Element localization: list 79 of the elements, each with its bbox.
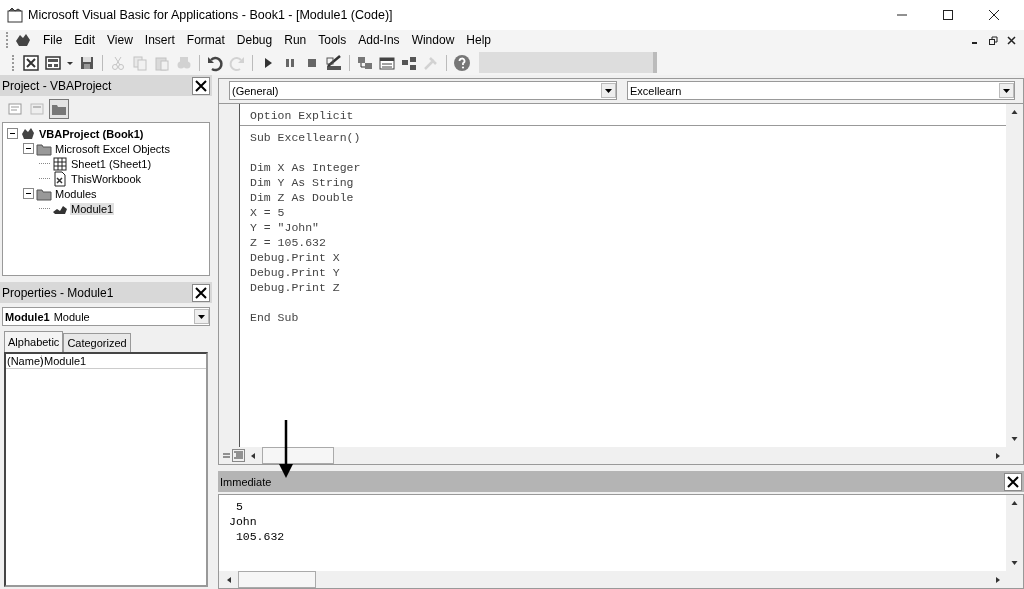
- app-icon: [6, 7, 24, 23]
- tree-item[interactable]: Module1: [70, 202, 115, 215]
- code-line: Debug.Print Z: [250, 280, 341, 295]
- close-button[interactable]: [192, 283, 210, 302]
- menu-item[interactable]: Edit: [68, 33, 102, 47]
- panel-title: Project - VBAProject: [2, 78, 112, 93]
- arrow-drawing: [279, 420, 293, 478]
- menu-item[interactable]: Window: [405, 33, 461, 47]
- close-icon: [1007, 475, 1019, 488]
- code-line: Debug.Print X: [250, 250, 341, 265]
- code-line: Dim X As Integer: [250, 160, 362, 175]
- object-name: Module1: [5, 310, 50, 323]
- sheet-icon: [52, 155, 68, 172]
- window-icon: [30, 103, 44, 115]
- restore-icon[interactable]: [989, 35, 998, 45]
- code-line: Dim Z As Double: [250, 190, 355, 205]
- window-title: Microsoft Visual Basic for Applications - Book1 - [Module1 (Code)]: [28, 8, 393, 22]
- menu-item[interactable]: Tools: [312, 33, 353, 47]
- menu-item[interactable]: Add-Ins: [352, 33, 406, 47]
- property-value[interactable]: Module1: [42, 355, 87, 367]
- close-icon: [195, 79, 207, 92]
- collapse-icon[interactable]: [23, 143, 34, 154]
- object-dropdown[interactable]: Module1 Module: [2, 307, 210, 326]
- workbook-icon: [52, 170, 68, 187]
- output-line: 5: [234, 499, 244, 514]
- tree-item[interactable]: Sheet1 (Sheet1): [70, 157, 153, 170]
- code-line: Dim Y As String: [250, 175, 355, 190]
- menu-item[interactable]: Run: [278, 33, 313, 47]
- window-icon: [8, 103, 22, 115]
- code-line: Debug.Print Y: [250, 265, 341, 280]
- scroll-thumb[interactable]: [238, 571, 316, 588]
- caret-icon: [198, 314, 205, 319]
- caret-icon: [605, 88, 612, 93]
- tree-item[interactable]: ThisWorkbook: [70, 172, 143, 185]
- scroll-thumb[interactable]: [262, 447, 334, 464]
- procedure-dropdown[interactable]: Excellearn: [627, 81, 1015, 100]
- close-icon[interactable]: [988, 9, 1000, 21]
- collapse-icon[interactable]: [23, 188, 34, 199]
- caret-icon: [1003, 88, 1010, 93]
- toggle-folders-button[interactable]: [49, 99, 69, 119]
- dropdown-button[interactable]: [999, 83, 1014, 98]
- tree-item[interactable]: Modules: [54, 187, 98, 200]
- tree-item[interactable]: VBAProject (Book1): [38, 127, 145, 140]
- output-line: 105.632: [234, 529, 286, 544]
- tab[interactable]: Alphabetic: [4, 331, 64, 352]
- dropdown-button[interactable]: [194, 309, 209, 324]
- object-dropdown[interactable]: (General): [229, 81, 617, 100]
- close-button[interactable]: [1004, 472, 1022, 491]
- code-line: X = 5: [250, 205, 286, 220]
- panel-title: Immediate: [220, 475, 272, 488]
- object-type: Module: [53, 310, 90, 323]
- procedure-view-icon[interactable]: [221, 450, 232, 461]
- code-line: Z = 105.632: [250, 235, 327, 250]
- menu-item[interactable]: View: [101, 33, 139, 47]
- design-icon[interactable]: [325, 53, 343, 72]
- menu-item[interactable]: File: [37, 33, 69, 47]
- dropdown-button[interactable]: [601, 83, 616, 98]
- close-icon[interactable]: [1007, 35, 1016, 45]
- menu-item[interactable]: Debug: [230, 33, 279, 47]
- module-view-icon[interactable]: [232, 449, 245, 462]
- help-icon[interactable]: [453, 53, 471, 72]
- menu-item[interactable]: Format: [180, 33, 231, 47]
- maximize-icon[interactable]: [942, 9, 954, 21]
- code-line: Y = "John": [250, 220, 320, 235]
- tab[interactable]: Categorized: [63, 333, 131, 352]
- code-line: End Sub: [250, 310, 300, 325]
- close-icon: [195, 286, 207, 299]
- folder-icon: [52, 103, 66, 115]
- menu-item[interactable]: Insert: [138, 33, 181, 47]
- menu-item[interactable]: Help: [460, 33, 497, 47]
- property-name: (Name): [6, 355, 42, 367]
- tree-item[interactable]: Microsoft Excel Objects: [54, 142, 171, 155]
- output-line: John: [229, 514, 258, 529]
- collapse-icon[interactable]: [7, 128, 18, 139]
- insert-form-icon[interactable]: [44, 53, 62, 72]
- panel-title: Properties - Module1: [2, 285, 114, 300]
- close-button[interactable]: [192, 76, 210, 95]
- code-line: Option Explicit: [250, 108, 355, 123]
- code-line: Sub Excellearn(): [250, 130, 362, 145]
